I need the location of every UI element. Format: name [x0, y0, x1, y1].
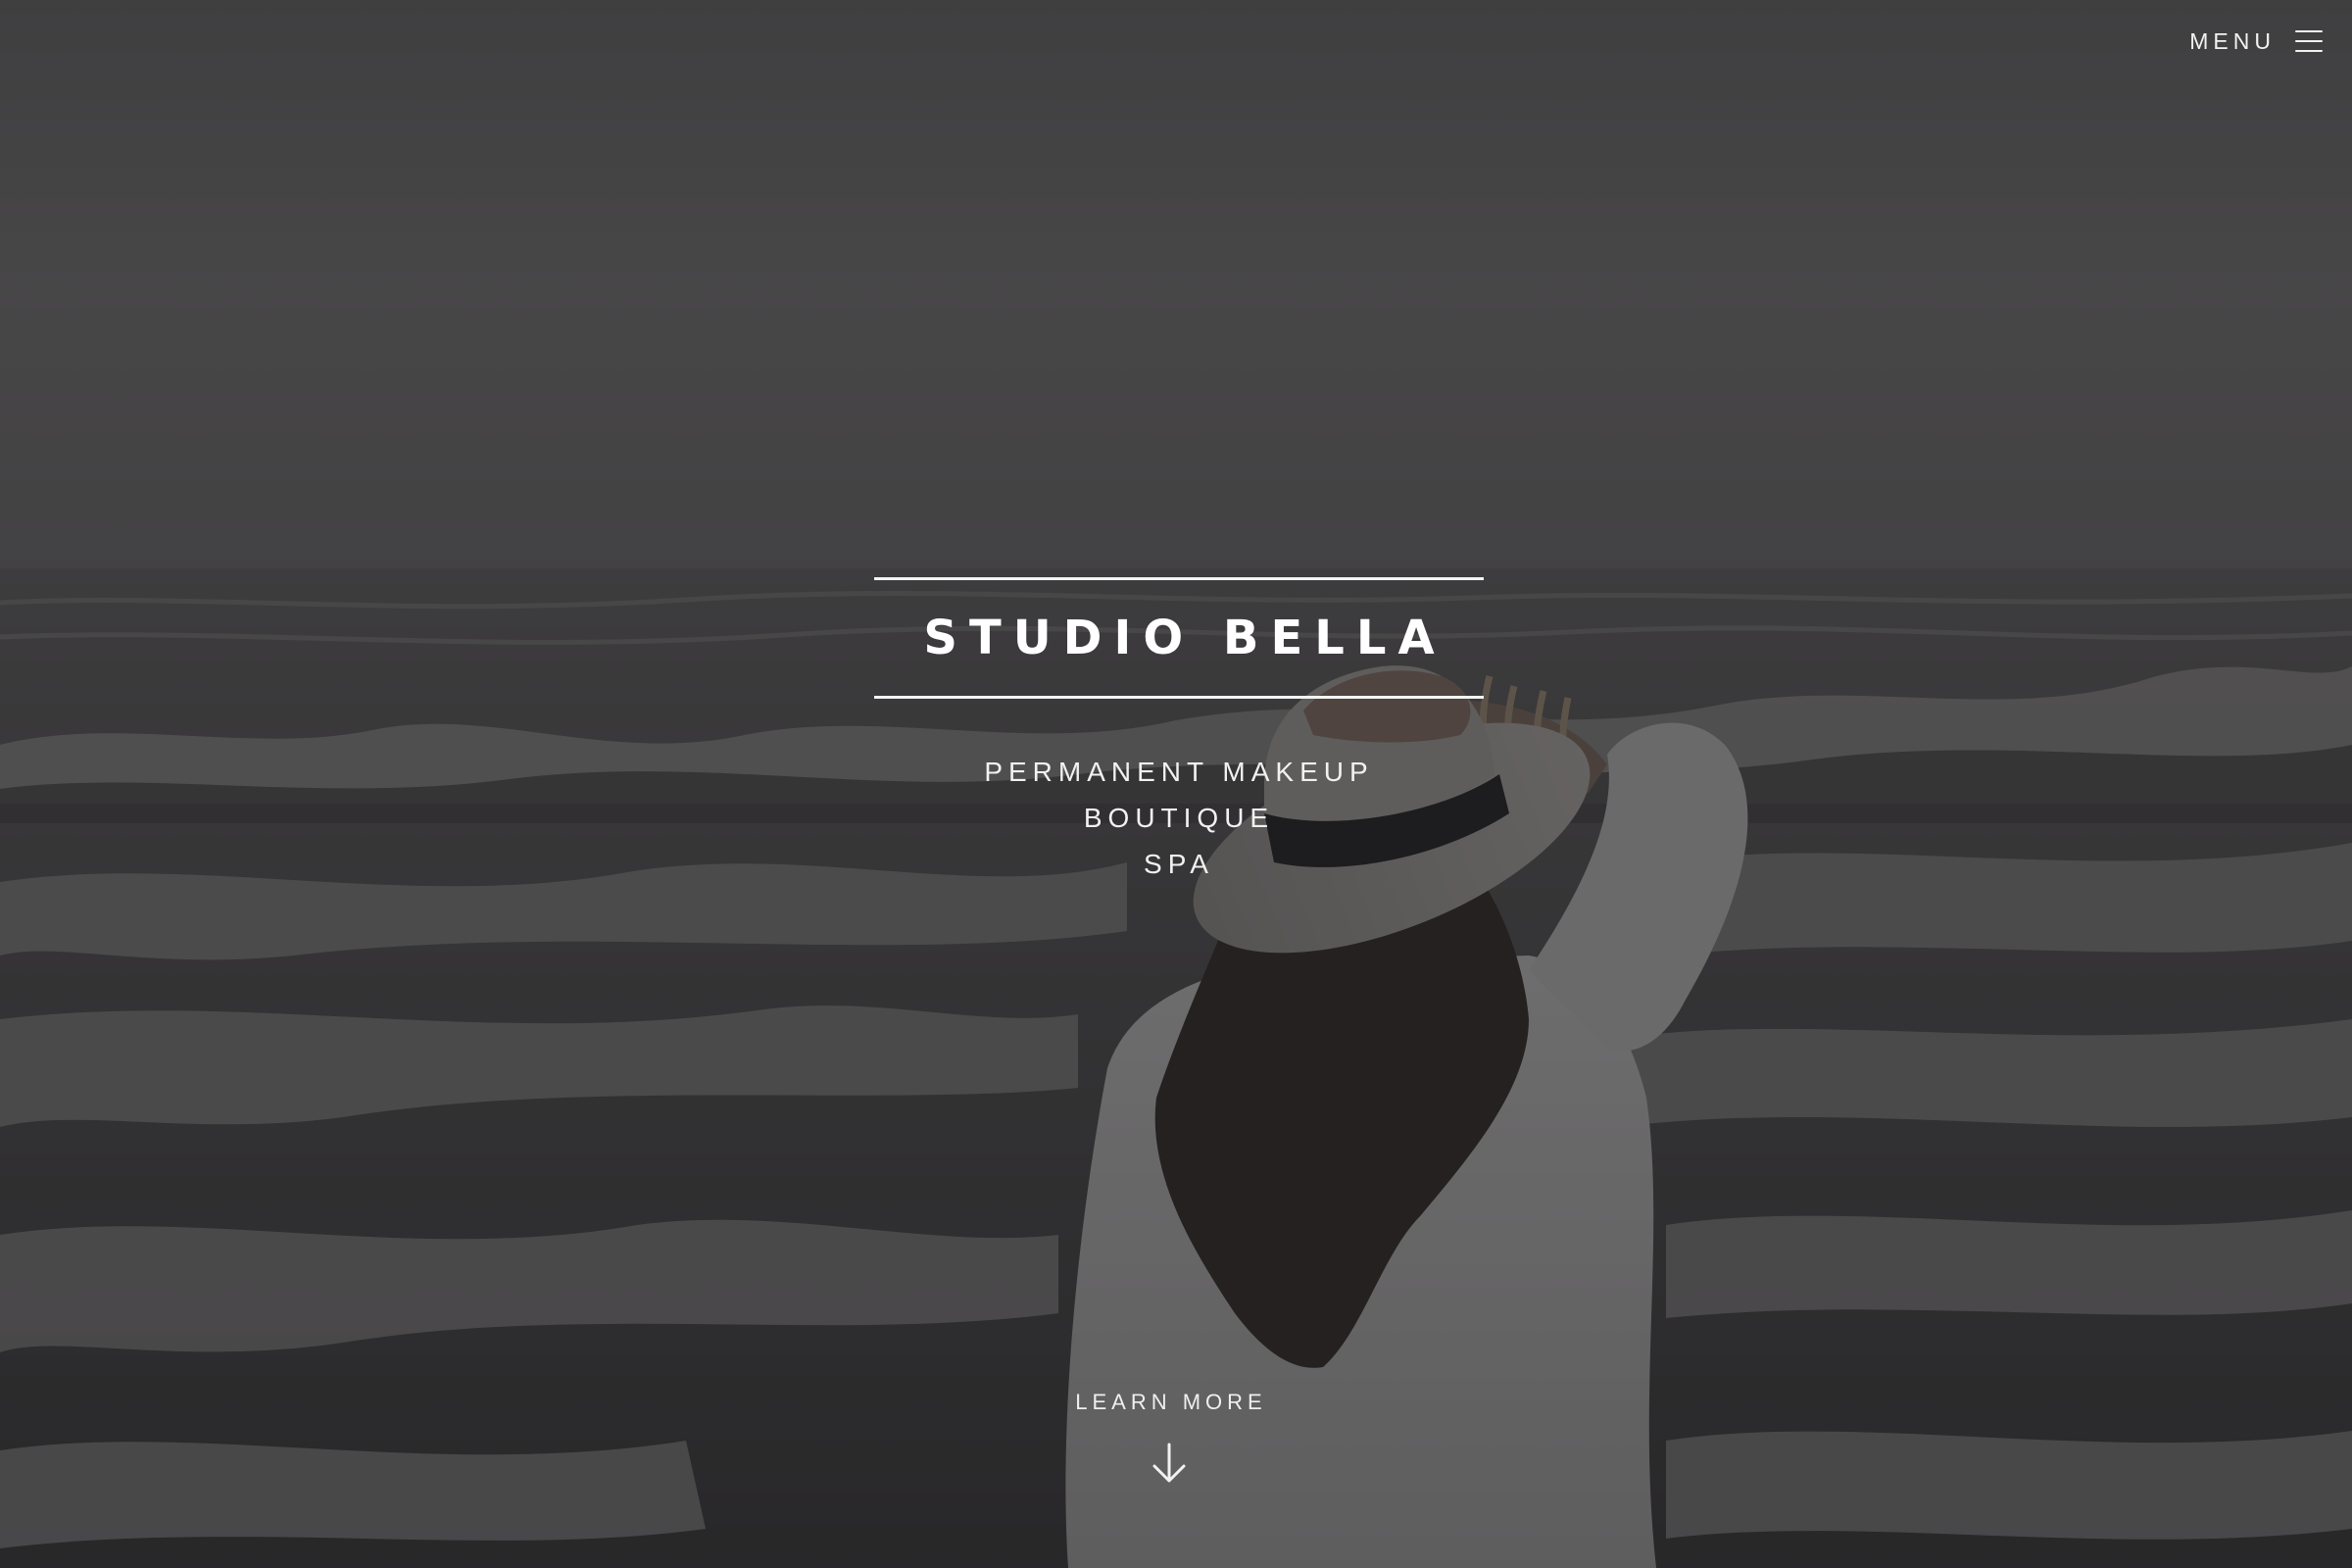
- learn-more-label: LEARN MORE: [1075, 1390, 1267, 1414]
- menu-button[interactable]: MENU: [2189, 25, 2323, 57]
- learn-more-link[interactable]: LEARN MORE: [980, 1390, 1357, 1484]
- service-item: PERMANENT MAKEUP: [984, 757, 1374, 787]
- service-item: SPA: [1144, 849, 1214, 879]
- hamburger-icon: [2295, 30, 2323, 52]
- brand-title: STUDIO BELLA: [923, 611, 1446, 665]
- arrow-down-icon[interactable]: [1150, 1443, 1189, 1484]
- menu-label: MENU: [2189, 27, 2276, 54]
- brand-block: STUDIO BELLA: [874, 577, 1484, 699]
- services-list: PERMANENT MAKEUP BOUTIQUE SPA: [882, 749, 1470, 887]
- service-item: BOUTIQUE: [1083, 803, 1275, 833]
- hero-section: MENU STUDIO BELLA PERMANENT MAKEUP BOUTI…: [0, 0, 2352, 1568]
- brand-bottom-divider: [874, 696, 1484, 699]
